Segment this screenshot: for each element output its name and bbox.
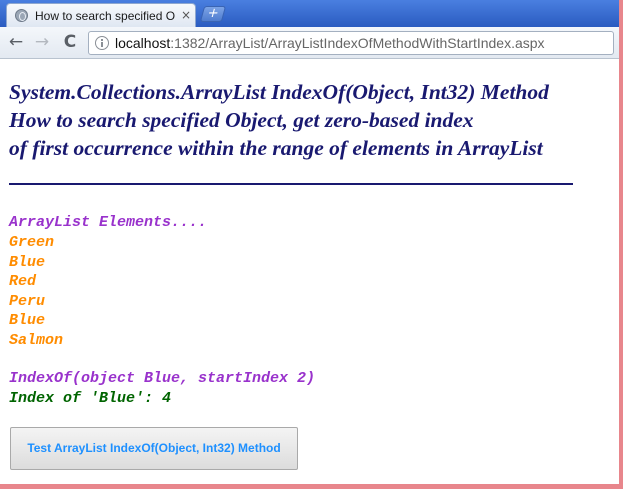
- url-host: localhost: [115, 35, 171, 51]
- tab-strip: How to search specified Ob × +: [0, 0, 619, 27]
- page-content: System.Collections.ArrayList IndexOf(Obj…: [0, 59, 619, 484]
- page-info-icon[interactable]: [95, 36, 109, 50]
- page-favicon-icon: [15, 9, 28, 22]
- list-title: ArrayList Elements....: [9, 214, 208, 231]
- heading-line: System.Collections.ArrayList IndexOf(Obj…: [9, 80, 549, 104]
- list-item: Blue: [9, 312, 46, 330]
- url-text: localhost:1382/ArrayList/ArrayListIndexO…: [115, 35, 545, 51]
- test-indexof-button[interactable]: Test ArrayList IndexOf(Object, Int32) Me…: [10, 427, 298, 470]
- heading-line: of first occurrence within the range of …: [9, 136, 543, 160]
- reload-icon[interactable]: C: [60, 32, 80, 52]
- back-arrow-icon[interactable]: ←: [6, 32, 26, 52]
- address-bar[interactable]: localhost:1382/ArrayList/ArrayListIndexO…: [88, 31, 614, 55]
- query-text: IndexOf(object Blue, startIndex 2): [9, 370, 316, 387]
- browser-toolbar: ← → C localhost:1382/ArrayList/ArrayList…: [0, 27, 619, 59]
- list-item: Blue: [9, 253, 46, 271]
- heading-divider: [9, 183, 573, 185]
- heading-line: How to search specified Object, get zero…: [9, 108, 474, 132]
- list-item: Green: [9, 234, 55, 251]
- list-item: Salmon: [9, 331, 64, 349]
- tab-title: How to search specified Ob: [35, 9, 175, 23]
- forward-arrow-icon[interactable]: →: [32, 32, 52, 52]
- page-heading: System.Collections.ArrayList IndexOf(Obj…: [9, 78, 609, 162]
- close-icon[interactable]: ×: [181, 8, 191, 22]
- tab-active[interactable]: How to search specified Ob ×: [6, 3, 196, 27]
- browser-window: How to search specified Ob × + ← → C loc…: [0, 0, 623, 489]
- list-item: Peru: [9, 292, 46, 310]
- arraylist-elements: Green Blue Red Peru Blue Salmon: [9, 233, 63, 351]
- list-item: Red: [9, 273, 37, 291]
- result-text: Index of 'Blue': 4: [9, 390, 172, 407]
- url-path: :1382/ArrayList/ArrayListIndexOfMethodWi…: [170, 35, 545, 51]
- new-tab-button[interactable]: +: [199, 6, 227, 22]
